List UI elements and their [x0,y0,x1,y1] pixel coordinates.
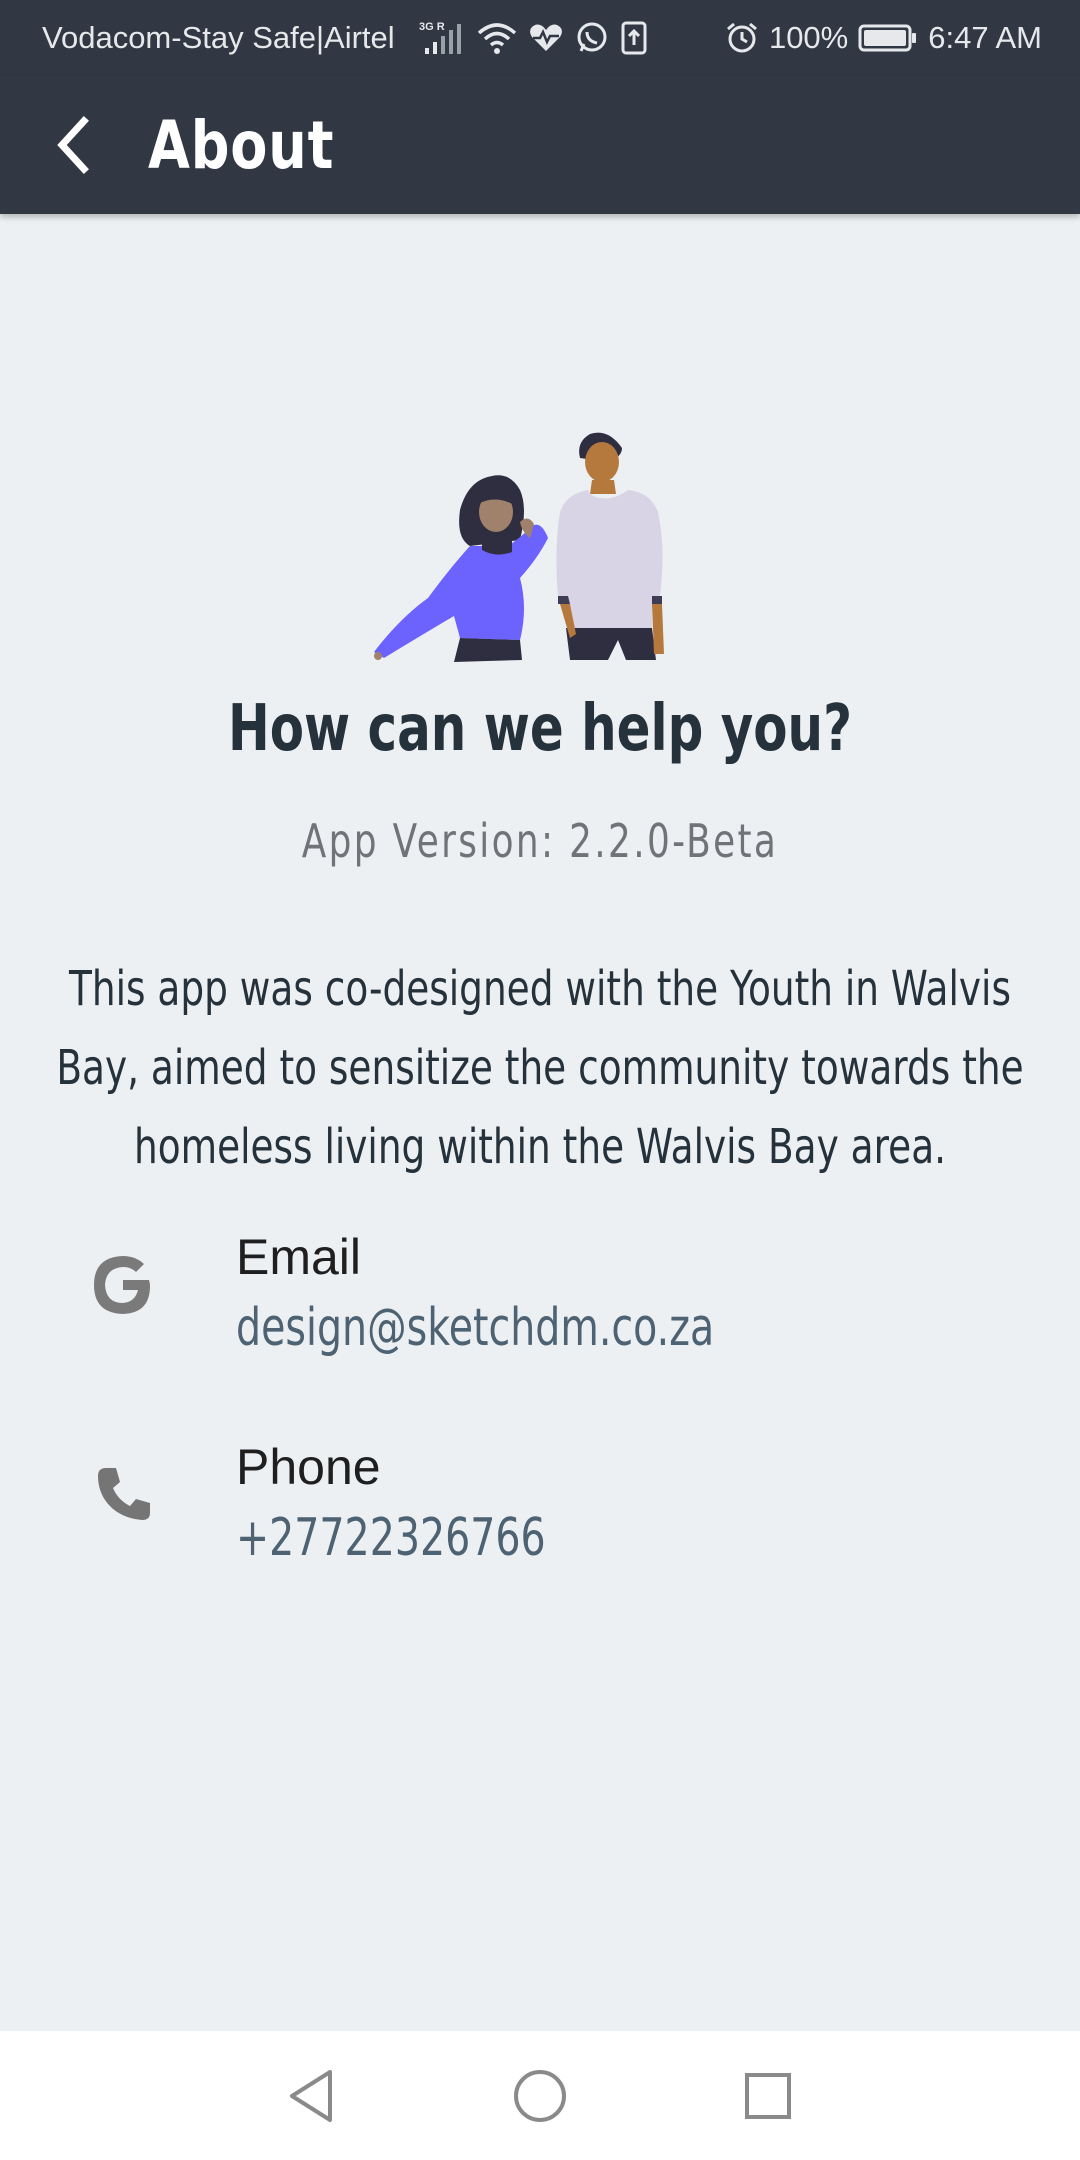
health-icon [529,23,563,53]
back-arrow-icon [57,116,89,174]
network-badge: 3G R [419,21,445,33]
phone-icon [98,1468,150,1520]
back-nav-icon [290,2069,332,2122]
wifi-icon [477,21,517,55]
page-title: About [148,106,335,184]
nav-home-button[interactable] [500,2056,580,2136]
description-text: This app was co-designed with the Youth … [56,961,1024,1175]
battery-icon [858,23,918,53]
app-version: App Version: 2.2.0-Beta [301,814,779,868]
phone-contact-text: Phone +27722326766 [236,1438,644,1568]
recents-nav-icon [745,2072,791,2119]
clock-time: 6:47 AM [928,20,1042,55]
people-illustration [374,432,664,662]
email-contact-text: Email design@sketchdm.co.za [236,1228,865,1358]
app-bar: About [0,76,1080,214]
email-label: Email [236,1229,362,1285]
navigation-bar [0,2031,1080,2160]
about-screen: Vodacom-Stay Safe|Airtel 3G R 100% 6:47 … [0,0,1080,2160]
phone-contact-row[interactable]: Phone +27722326766 [0,1438,1080,1588]
help-heading: How can we help you? [227,692,853,766]
whatsapp-icon [575,21,609,55]
nav-recents-button[interactable] [728,2056,808,2136]
phone-label: Phone [236,1439,381,1495]
carrier-text: Vodacom-Stay Safe|Airtel [42,20,395,55]
google-icon [94,1256,150,1314]
back-button[interactable] [22,95,122,195]
status-bar: Vodacom-Stay Safe|Airtel 3G R 100% 6:47 … [0,0,1080,76]
battery-percent: 100% [768,20,849,55]
home-nav-icon [514,2069,566,2122]
upload-icon [621,21,647,55]
alarm-icon [725,21,759,55]
signal-icon: 3G R [419,20,465,56]
phone-value[interactable]: +27722326766 [236,1508,546,1568]
email-contact-row[interactable]: Email design@sketchdm.co.za [0,1228,1080,1378]
nav-back-button[interactable] [272,2056,352,2136]
app-description: This app was co-designed with the Youth … [56,950,1023,1187]
email-value[interactable]: design@sketchdm.co.za [236,1298,714,1358]
